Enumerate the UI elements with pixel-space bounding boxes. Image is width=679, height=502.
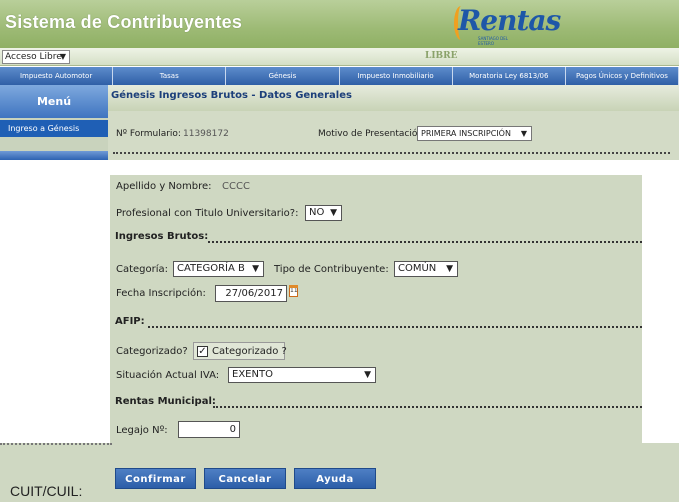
fecha-inscripcion-input[interactable]: 27/06/2017 <box>215 285 287 302</box>
tipo-contribuyente-label: Tipo de Contribuyente: <box>274 264 389 275</box>
status-bar: Acceso Libre ▼ LIBRE <box>0 48 679 66</box>
page-title: Génesis Ingresos Brutos - Datos Generale… <box>108 85 679 111</box>
menu-item-impuesto-inmobiliario[interactable]: Impuesto Inmobiliario <box>339 67 453 85</box>
categorizado-checkbox-wrap[interactable]: ✓ Categorizado ? <box>193 342 287 360</box>
footer-left: CUIT/CUIL: <box>0 443 112 502</box>
confirm-button[interactable]: Confirmar <box>115 468 196 489</box>
legajo-label: Legajo Nº: <box>116 425 168 436</box>
sidebar-item-ingreso-genesis[interactable]: Ingreso a Génesis <box>0 120 108 137</box>
sidebar-footer-bar <box>0 151 108 160</box>
legajo-input[interactable]: 0 <box>178 421 240 438</box>
categoria-select-value: CATEGORÍA B <box>177 263 245 274</box>
app-title: Sistema de Contribuyentes <box>5 12 243 32</box>
nombre-label: Apellido y Nombre: <box>116 181 212 192</box>
main-header-panel: Génesis Ingresos Brutos - Datos Generale… <box>108 85 679 160</box>
form-number-value: 11398172 <box>183 129 229 139</box>
rentas-logo: Rentas SANTIAGO DEL ESTERO <box>452 2 561 46</box>
dotted-divider <box>208 241 642 243</box>
profesional-select[interactable]: NO ▼ <box>305 205 342 221</box>
chevron-down-icon: ▼ <box>252 264 259 274</box>
dotted-divider <box>113 152 670 154</box>
top-menu: Impuesto Automotor Tasas Génesis Impuest… <box>0 67 679 85</box>
calendar-icon[interactable]: 11 <box>289 285 298 297</box>
menu-item-pagos-unicos[interactable]: Pagos Únicos y Definitivos <box>565 67 679 85</box>
chevron-down-icon: ▼ <box>330 208 337 218</box>
access-select-value: Acceso Libre <box>5 52 62 62</box>
mode-label: LIBRE <box>425 51 458 61</box>
chevron-down-icon: ▼ <box>364 370 371 380</box>
dotted-divider <box>213 406 642 408</box>
categoria-select[interactable]: CATEGORÍA B ▼ <box>173 261 264 277</box>
sidebar: Menú Ingreso a Génesis <box>0 85 108 160</box>
menu-item-moratoria[interactable]: Moratoria Ley 6813/06 <box>452 67 566 85</box>
categorizado-checkbox-label: Categorizado ? <box>212 346 287 357</box>
help-button[interactable]: Ayuda <box>294 468 376 489</box>
fecha-inscripcion-label: Fecha Inscripción: <box>116 288 206 299</box>
menu-item-tasas[interactable]: Tasas <box>113 67 227 85</box>
categorizado-checkbox[interactable]: ✓ <box>197 346 208 357</box>
iva-select-value: EXENTO <box>232 369 273 380</box>
motivo-label: Motivo de Presentación: <box>318 129 427 139</box>
motivo-select-value: PRIMERA INSCRIPCIÓN <box>421 129 511 138</box>
section-ingresos-brutos: Ingresos Brutos: <box>115 231 209 242</box>
access-select[interactable]: Acceso Libre ▼ <box>2 50 70 64</box>
chevron-down-icon: ▼ <box>446 264 453 274</box>
app-header: Sistema de Contribuyentes Rentas SANTIAG… <box>0 0 679 48</box>
iva-select[interactable]: EXENTO ▼ <box>228 367 376 383</box>
menu-item-impuesto-automotor[interactable]: Impuesto Automotor <box>0 67 114 85</box>
profesional-select-value: NO <box>309 207 325 218</box>
footer-bar: CUIT/CUIL: Confirmar Cancelar Ayuda <box>0 443 679 502</box>
chevron-down-icon: ▼ <box>520 129 527 138</box>
iva-label: Situación Actual IVA: <box>116 370 220 381</box>
nombre-value: CCCC <box>222 181 250 192</box>
tipo-contribuyente-select[interactable]: COMÚN ▼ <box>394 261 458 277</box>
logo-text: Rentas <box>458 4 561 37</box>
profesional-label: Profesional con Titulo Universitario?: <box>116 208 299 219</box>
logo-subtext: SANTIAGO DEL ESTERO <box>478 36 508 46</box>
dotted-divider <box>148 326 642 328</box>
section-afip: AFIP: <box>115 316 145 327</box>
motivo-select[interactable]: PRIMERA INSCRIPCIÓN ▼ <box>417 126 532 141</box>
cancel-button[interactable]: Cancelar <box>204 468 286 489</box>
tipo-contribuyente-select-value: COMÚN <box>398 263 437 274</box>
form-number-label: Nº Formulario: <box>116 129 181 139</box>
categorizado-label: Categorizado? <box>116 346 188 357</box>
section-rentas-municipal: Rentas Municipal: <box>115 396 216 407</box>
menu-item-genesis[interactable]: Génesis <box>226 67 340 85</box>
cuit-label: CUIT/CUIL: <box>10 483 83 499</box>
form-panel: Apellido y Nombre: CCCC Profesional con … <box>110 175 642 443</box>
sidebar-title: Menú <box>0 85 108 118</box>
chevron-down-icon: ▼ <box>59 52 66 61</box>
categoria-label: Categoría: <box>116 264 169 275</box>
